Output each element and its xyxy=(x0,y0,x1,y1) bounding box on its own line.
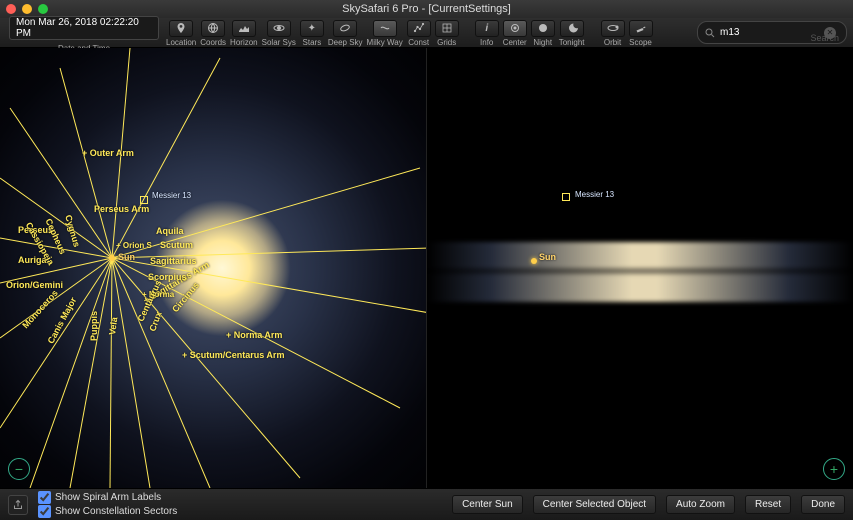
grids-button[interactable] xyxy=(435,20,459,37)
const-button[interactable] xyxy=(407,20,431,37)
horizon-label: Horizon xyxy=(230,38,258,47)
sun-label: Sun xyxy=(118,252,135,262)
share-button[interactable] xyxy=(8,495,28,515)
zoom-in-button[interactable]: + xyxy=(823,458,845,480)
messier13-marker-edge xyxy=(562,193,570,201)
messier13-label: Messier 13 xyxy=(152,191,191,200)
milkyway-label: Milky Way xyxy=(367,38,403,47)
horizon-button[interactable] xyxy=(232,20,256,37)
zoom-out-button[interactable]: − xyxy=(8,458,30,480)
deepsky-label: Deep Sky xyxy=(328,38,363,47)
sect-aquila: Aquila xyxy=(156,226,184,236)
scope-button[interactable] xyxy=(629,20,653,37)
messier13-marker xyxy=(140,196,148,204)
arm-scutum: + Scutum/Centarus Arm xyxy=(182,350,284,360)
center-sun-button[interactable]: Center Sun xyxy=(452,495,523,514)
center-button[interactable] xyxy=(503,20,527,37)
sect-scutum: Scutum xyxy=(160,240,193,250)
arm-orion: + Orion S xyxy=(116,241,152,250)
datetime-value: Mon Mar 26, 2018 02:22:20 PM xyxy=(16,17,152,39)
spiral-arm-checkbox-label: Show Spiral Arm Labels xyxy=(55,492,161,503)
constellation-sectors-checkbox-input[interactable] xyxy=(38,505,51,518)
stars-label: Stars xyxy=(303,38,322,47)
done-button[interactable]: Done xyxy=(801,495,845,514)
solarsys-button[interactable] xyxy=(267,20,291,37)
sun-label-edge: Sun xyxy=(539,252,556,262)
orbit-button[interactable] xyxy=(601,20,625,37)
const-label: Const xyxy=(408,38,429,47)
spiral-arm-checkbox-input[interactable] xyxy=(38,491,51,504)
coords-label: Coords xyxy=(200,38,226,47)
sun-marker-edge xyxy=(531,258,537,264)
bottom-bar: Show Spiral Arm Labels Show Constellatio… xyxy=(0,488,853,520)
search-placeholder: Search xyxy=(810,33,839,43)
constellation-sectors-checkbox-label: Show Constellation Sectors xyxy=(55,506,177,517)
arm-perseus: Perseus Arm xyxy=(94,204,149,214)
night-label: Night xyxy=(533,38,552,47)
arm-outer: + Outer Arm xyxy=(82,148,134,158)
center-label: Center xyxy=(503,38,527,47)
window-title: SkySafari 6 Pro - [CurrentSettings] xyxy=(0,3,853,15)
datetime-field[interactable]: Mon Mar 26, 2018 02:22:20 PM xyxy=(9,16,159,40)
info-label: Info xyxy=(480,38,493,47)
location-button[interactable] xyxy=(169,20,193,37)
grids-label: Grids xyxy=(437,38,456,47)
toolbar: Mon Mar 26, 2018 02:22:20 PM Date and Ti… xyxy=(0,18,853,48)
sect-puppis: Puppis xyxy=(89,311,99,341)
galaxy-edge-image xyxy=(427,242,853,302)
search-input[interactable] xyxy=(720,27,820,38)
tonight-label: Tonight xyxy=(559,38,585,47)
milkyway-button[interactable] xyxy=(373,20,397,37)
sect-oriongemini: Orion/Gemini xyxy=(6,280,63,290)
center-selected-object-button[interactable]: Center Selected Object xyxy=(533,495,656,514)
messier13-label-edge: Messier 13 xyxy=(575,190,614,199)
search-icon xyxy=(704,27,716,39)
galaxy-face-on-view[interactable]: Sun Messier 13 + Outer Arm Perseus Arm +… xyxy=(0,48,427,488)
galaxy-edge-on-view[interactable]: Sun Messier 13 + xyxy=(427,48,853,488)
deepsky-button[interactable] xyxy=(333,20,357,37)
sun-marker xyxy=(109,255,115,261)
reset-button[interactable]: Reset xyxy=(745,495,791,514)
solarsys-label: Solar Sys xyxy=(262,38,296,47)
night-button[interactable] xyxy=(531,20,555,37)
sect-sagittarius: Sagittarius xyxy=(150,256,197,266)
scope-label: Scope xyxy=(629,38,652,47)
coords-button[interactable] xyxy=(201,20,225,37)
stars-button[interactable]: ✦ xyxy=(300,20,324,37)
show-constellation-sectors-checkbox[interactable]: Show Constellation Sectors xyxy=(38,505,177,518)
show-spiral-arm-labels-checkbox[interactable]: Show Spiral Arm Labels xyxy=(38,491,177,504)
main-panes: Sun Messier 13 + Outer Arm Perseus Arm +… xyxy=(0,48,853,488)
tonight-button[interactable] xyxy=(560,20,584,37)
orbit-label: Orbit xyxy=(604,38,621,47)
location-label: Location xyxy=(166,38,196,47)
arm-norma2: + Norma Arm xyxy=(226,330,282,340)
info-button[interactable]: i xyxy=(475,20,499,37)
auto-zoom-button[interactable]: Auto Zoom xyxy=(666,495,735,514)
sector-lines xyxy=(0,48,426,488)
